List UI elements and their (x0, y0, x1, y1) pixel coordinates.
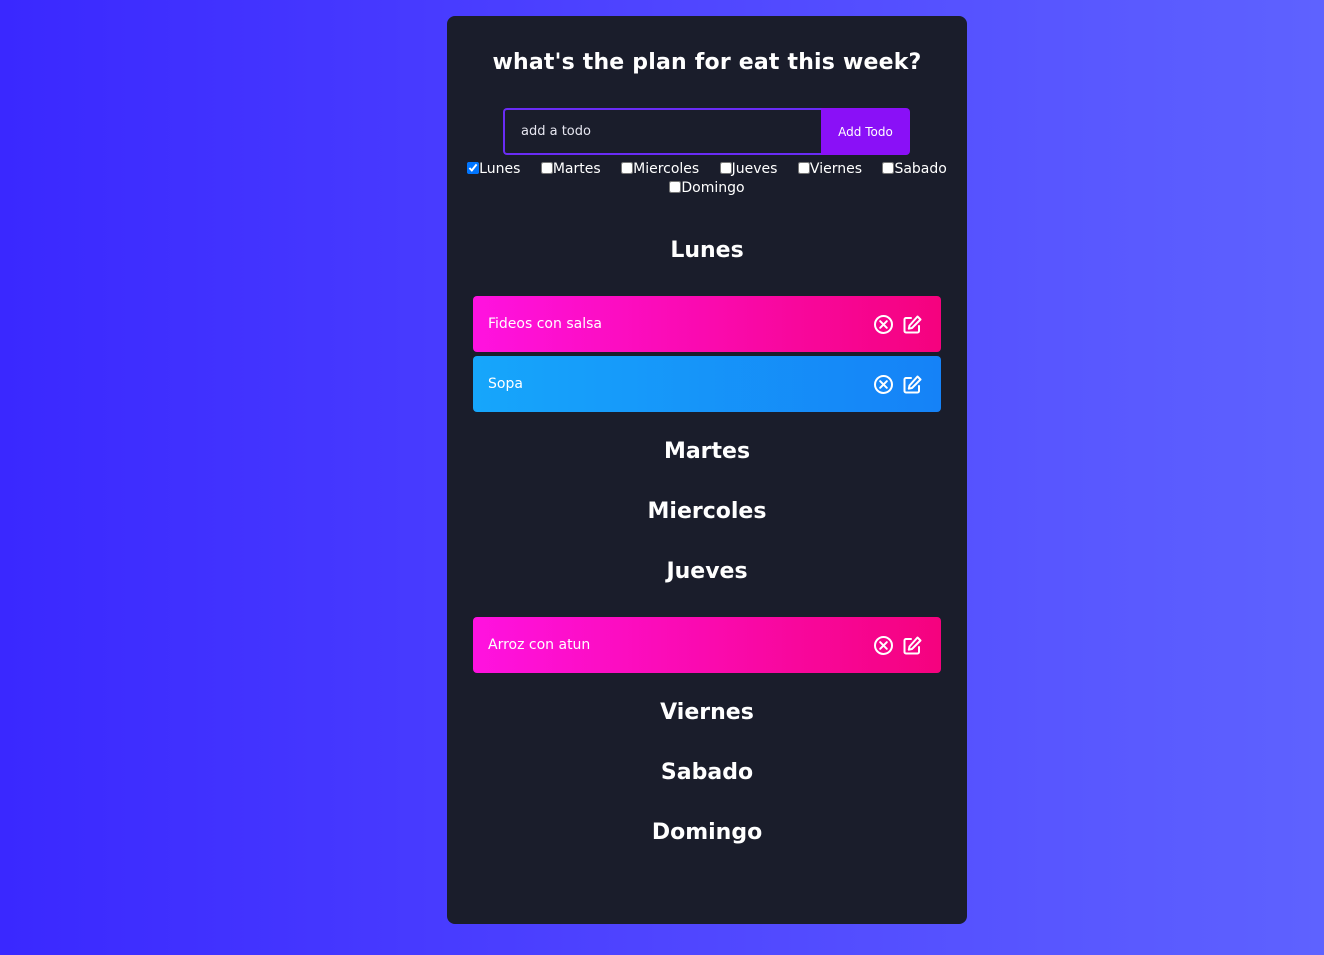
close-circle-icon[interactable] (873, 374, 894, 395)
day-heading-jueves: Jueves (666, 559, 748, 584)
day-checkbox-sabado[interactable]: Sabado (882, 160, 947, 179)
todo-item: Arroz con atun (473, 617, 941, 673)
checkbox-label-lunes: Lunes (479, 161, 521, 177)
todo-item: Fideos con salsa (473, 296, 941, 352)
todo-form: Add Todo (503, 108, 910, 155)
todo-app: what's the plan for eat this week? Add T… (447, 16, 967, 924)
day-checkbox-jueves[interactable]: Jueves (719, 160, 778, 179)
todo-list-lunes: Fideos con salsa Sopa (447, 289, 967, 412)
edit-icon[interactable] (902, 374, 923, 395)
day-checkbox-group: Lunes Martes Miercoles Jueves Viernes Sa… (457, 160, 957, 198)
close-circle-icon[interactable] (873, 314, 894, 335)
day-checkbox-miercoles[interactable]: Miercoles (621, 160, 699, 179)
checkbox-label-viernes: Viernes (809, 161, 862, 177)
day-sections: Lunes Fideos con salsa Sopa Martes Mierc… (447, 229, 967, 871)
checkbox-label-miercoles: Miercoles (633, 161, 700, 177)
todo-item: Sopa (473, 356, 941, 412)
todo-list-jueves: Arroz con atun (447, 610, 967, 673)
day-heading-lunes: Lunes (670, 238, 744, 263)
day-checkbox-lunes[interactable]: Lunes (467, 160, 520, 179)
todo-input[interactable] (503, 108, 821, 155)
section-miercoles: Miercoles (447, 490, 967, 550)
day-heading-miercoles: Miercoles (647, 499, 767, 524)
checkbox-label-martes: Martes (552, 161, 601, 177)
page-title: what's the plan for eat this week? (492, 50, 922, 75)
section-sabado: Sabado (447, 751, 967, 811)
checkbox-sabado[interactable] (882, 162, 895, 174)
day-heading-martes: Martes (663, 439, 751, 464)
todo-text[interactable]: Fideos con salsa (488, 316, 602, 332)
day-heading-sabado: Sabado (660, 760, 754, 785)
day-checkbox-domingo[interactable]: Domingo (669, 179, 745, 198)
day-heading-viernes: Viernes (660, 700, 754, 725)
section-domingo: Domingo (447, 811, 967, 871)
todo-text[interactable]: Arroz con atun (488, 637, 590, 653)
todo-actions (873, 635, 923, 656)
checkbox-jueves[interactable] (719, 162, 732, 174)
section-lunes: Lunes Fideos con salsa Sopa (447, 229, 967, 430)
checkbox-label-sabado: Sabado (894, 161, 947, 177)
checkbox-martes[interactable] (540, 162, 553, 174)
edit-icon[interactable] (902, 314, 923, 335)
add-todo-button[interactable]: Add Todo (821, 108, 910, 155)
section-martes: Martes (447, 430, 967, 490)
close-circle-icon[interactable] (873, 635, 894, 656)
section-viernes: Viernes (447, 691, 967, 751)
todo-text[interactable]: Sopa (488, 376, 523, 392)
day-checkbox-viernes[interactable]: Viernes (797, 160, 862, 179)
todo-actions (873, 374, 923, 395)
checkbox-lunes[interactable] (467, 162, 480, 174)
checkbox-domingo[interactable] (669, 181, 682, 193)
section-jueves: Jueves Arroz con atun (447, 550, 967, 691)
day-heading-domingo: Domingo (651, 820, 763, 845)
todo-actions (873, 314, 923, 335)
checkbox-label-domingo: Domingo (681, 180, 745, 196)
checkbox-miercoles[interactable] (621, 162, 634, 174)
edit-icon[interactable] (902, 635, 923, 656)
day-checkbox-martes[interactable]: Martes (540, 160, 601, 179)
checkbox-viernes[interactable] (797, 162, 810, 174)
checkbox-label-jueves: Jueves (731, 161, 778, 177)
